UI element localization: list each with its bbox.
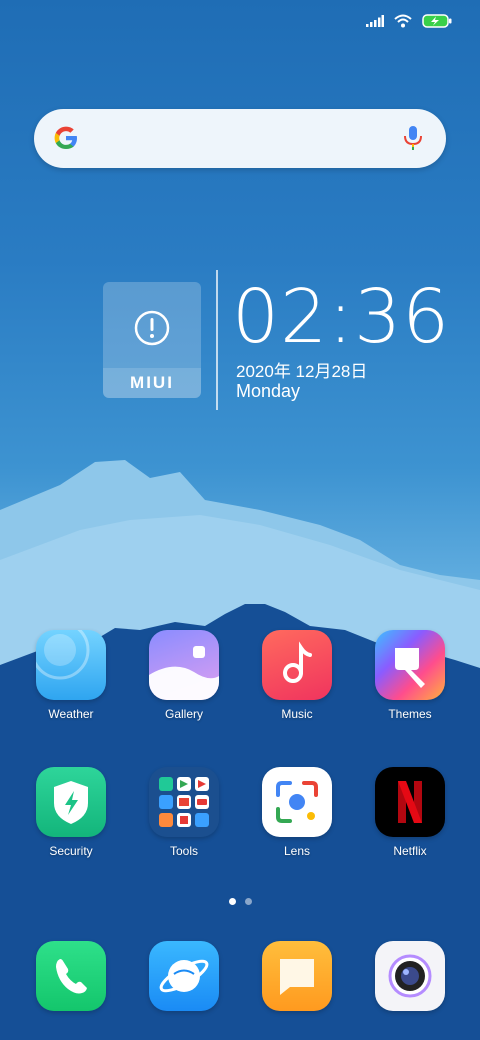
app-security[interactable]: Security (16, 767, 126, 858)
google-g-icon (52, 124, 80, 157)
music-icon (262, 630, 332, 700)
battery-charging-icon (422, 14, 452, 28)
app-tools-folder[interactable]: Tools (129, 767, 239, 858)
weather-icon (36, 630, 106, 700)
wifi-icon (394, 14, 412, 28)
app-netflix[interactable]: Netflix (355, 767, 465, 858)
messages-icon (262, 941, 332, 1011)
gallery-icon (149, 630, 219, 700)
clock-weekday: Monday (236, 381, 301, 401)
page-dot[interactable] (245, 898, 252, 905)
phone-icon (36, 941, 106, 1011)
app-label: Lens (283, 844, 311, 858)
lens-icon (262, 767, 332, 837)
security-icon (36, 767, 106, 837)
app-label: Music (281, 707, 313, 721)
dock-browser[interactable] (129, 941, 239, 1011)
clock-time[interactable]: 02:36 (232, 275, 450, 359)
camera-icon (375, 941, 445, 1011)
signal-icon (366, 15, 384, 27)
miui-brand-label: MIUI (103, 368, 201, 398)
app-themes[interactable]: Themes (355, 630, 465, 721)
netflix-icon (375, 767, 445, 837)
clock-date: 2020年 12月28日 (236, 362, 368, 381)
themes-icon (375, 630, 445, 700)
alert-icon (134, 310, 170, 351)
app-label: Themes (388, 707, 432, 721)
dock-phone[interactable] (16, 941, 126, 1011)
app-gallery[interactable]: Gallery (129, 630, 239, 721)
app-label: Netflix (393, 844, 427, 858)
google-search-bar[interactable] (34, 109, 446, 168)
page-dot-active[interactable] (229, 898, 236, 905)
app-label: Weather (48, 707, 94, 721)
browser-icon (149, 941, 219, 1011)
app-music[interactable]: Music (242, 630, 352, 721)
miui-widget[interactable]: MIUI (103, 282, 201, 398)
tools-folder-icon (149, 767, 219, 837)
microphone-icon[interactable] (402, 124, 424, 157)
app-weather[interactable]: Weather (16, 630, 126, 721)
status-bar (366, 14, 452, 28)
app-label: Gallery (164, 707, 203, 721)
clock-divider (216, 270, 218, 410)
app-label: Security (49, 844, 93, 858)
dock-messages[interactable] (242, 941, 352, 1011)
app-label: Tools (169, 844, 198, 858)
page-indicator (229, 898, 252, 905)
app-lens[interactable]: Lens (242, 767, 352, 858)
dock-camera[interactable] (355, 941, 465, 1011)
